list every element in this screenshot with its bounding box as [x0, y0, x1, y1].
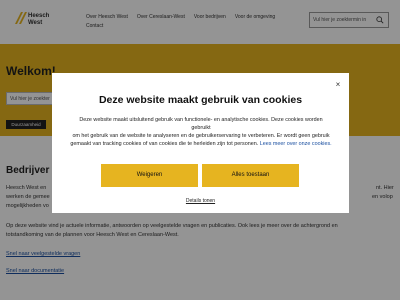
accept-all-cookies-button[interactable]: Alles toestaan	[202, 164, 299, 187]
cookie-text-line: gemaakt van tracking cookies of van cook…	[70, 140, 332, 148]
close-icon[interactable]: ×	[333, 80, 343, 90]
cookie-text-line: om het gebruik van de website te analyse…	[72, 133, 330, 139]
cookie-text-line: Deze website maakt uitsluitend gebruik v…	[79, 117, 323, 131]
cookie-dialog-text: Deze website maakt uitsluitend gebruik v…	[70, 116, 332, 148]
cookie-dialog-title: Deze website maakt gebruik van cookies	[98, 94, 303, 106]
cookie-text-line: gemaakt van tracking cookies of van cook…	[70, 141, 259, 147]
show-details-link[interactable]: Details tonen	[52, 198, 349, 204]
cookie-policy-link[interactable]: Lees meer over onze cookies.	[260, 141, 332, 147]
refuse-cookies-button[interactable]: Weigeren	[101, 164, 198, 187]
